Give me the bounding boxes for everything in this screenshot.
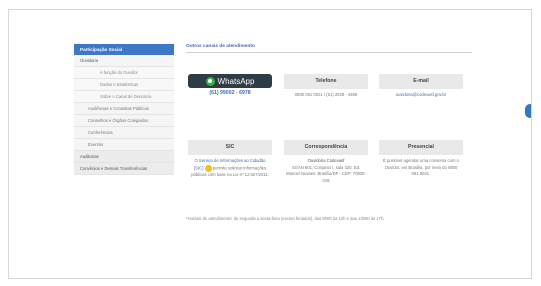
email-title: E-mail	[379, 74, 463, 89]
contact-row-1: WhatsApp (61) 99002 - 6978 Telefone 0800…	[186, 74, 472, 130]
correspondencia-card: Correspondência Ouvidoria Codevasf SGAN …	[284, 140, 368, 184]
hours-footnote: *Horário de atendimento: de segunda a se…	[186, 216, 385, 221]
sidebar-item-ouvidoria[interactable]: Ouvidoria	[74, 55, 174, 67]
sidebar-item-funcao-ouvidor[interactable]: A função do Ouvidor	[74, 67, 174, 79]
main-content: Outros canais de atendimento WhatsApp (6…	[186, 44, 472, 221]
sidebar-item-auditorias[interactable]: Auditorias	[74, 151, 174, 163]
sidebar-item-conferencias[interactable]: Conferências	[74, 127, 174, 139]
sic-card: SIC O Serviço de Informações ao Cidadão …	[188, 140, 272, 178]
contact-row-2: SIC O Serviço de Informações ao Cidadão …	[186, 140, 472, 206]
side-tab-button[interactable]	[525, 104, 531, 118]
presencial-card: Presencial É possível agendar uma conver…	[379, 140, 463, 178]
whatsapp-button[interactable]: WhatsApp	[188, 74, 272, 88]
presencial-title: Presencial	[379, 140, 463, 155]
correspondencia-address: SGAN 601, Conjunto I, sala 420. Ed. Mano…	[286, 164, 366, 183]
email-link[interactable]: ouvidoria@codevasf.gov.br	[379, 89, 463, 99]
telefone-title: Telefone	[284, 74, 368, 89]
correspondencia-title: Correspondência	[284, 140, 368, 155]
sidebar-item-audiencias[interactable]: Audiências e Consultas Públicas	[74, 103, 174, 115]
whatsapp-icon	[205, 76, 215, 86]
telefone-text: 0800 061 0021 / (61) 2028 - 4486	[294, 92, 358, 97]
presencial-text: É possível agendar uma conversa com o Ou…	[383, 158, 459, 177]
whatsapp-card: WhatsApp (61) 99002 - 6978	[188, 74, 272, 96]
whatsapp-phone[interactable]: (61) 99002 - 6978	[188, 90, 272, 96]
sidebar-item-canal-denuncia[interactable]: Sobre o Canal de Denúncia	[74, 91, 174, 103]
sidebar: Participação Social Ouvidoria A função d…	[74, 44, 174, 175]
correspondencia-body: Ouvidoria Codevasf SGAN 601, Conjunto I,…	[284, 155, 368, 184]
lightbulb-icon	[204, 164, 212, 172]
sic-title: SIC	[188, 140, 272, 155]
sic-text: O Serviço de Informações ao Cidadão (SIC…	[188, 155, 272, 178]
sidebar-item-eventos[interactable]: Eventos	[74, 139, 174, 151]
page-title: Outros canais de atendimento	[186, 44, 472, 53]
sidebar-item-dados-estatisticas[interactable]: Dados e Estatísticas	[74, 79, 174, 91]
telefone-card: Telefone 0800 061 0021 / (61) 2028 - 448…	[284, 74, 368, 99]
correspondencia-name: Ouvidoria Codevasf	[307, 158, 345, 163]
email-card: E-mail ouvidoria@codevasf.gov.br	[379, 74, 463, 99]
sidebar-item-conselhos[interactable]: Conselhos e Órgãos Colegiados	[74, 115, 174, 127]
sidebar-header[interactable]: Participação Social	[74, 44, 174, 55]
sidebar-item-convenios[interactable]: Convênios e Demais Transferências	[74, 163, 174, 175]
whatsapp-label: WhatsApp	[217, 76, 255, 86]
